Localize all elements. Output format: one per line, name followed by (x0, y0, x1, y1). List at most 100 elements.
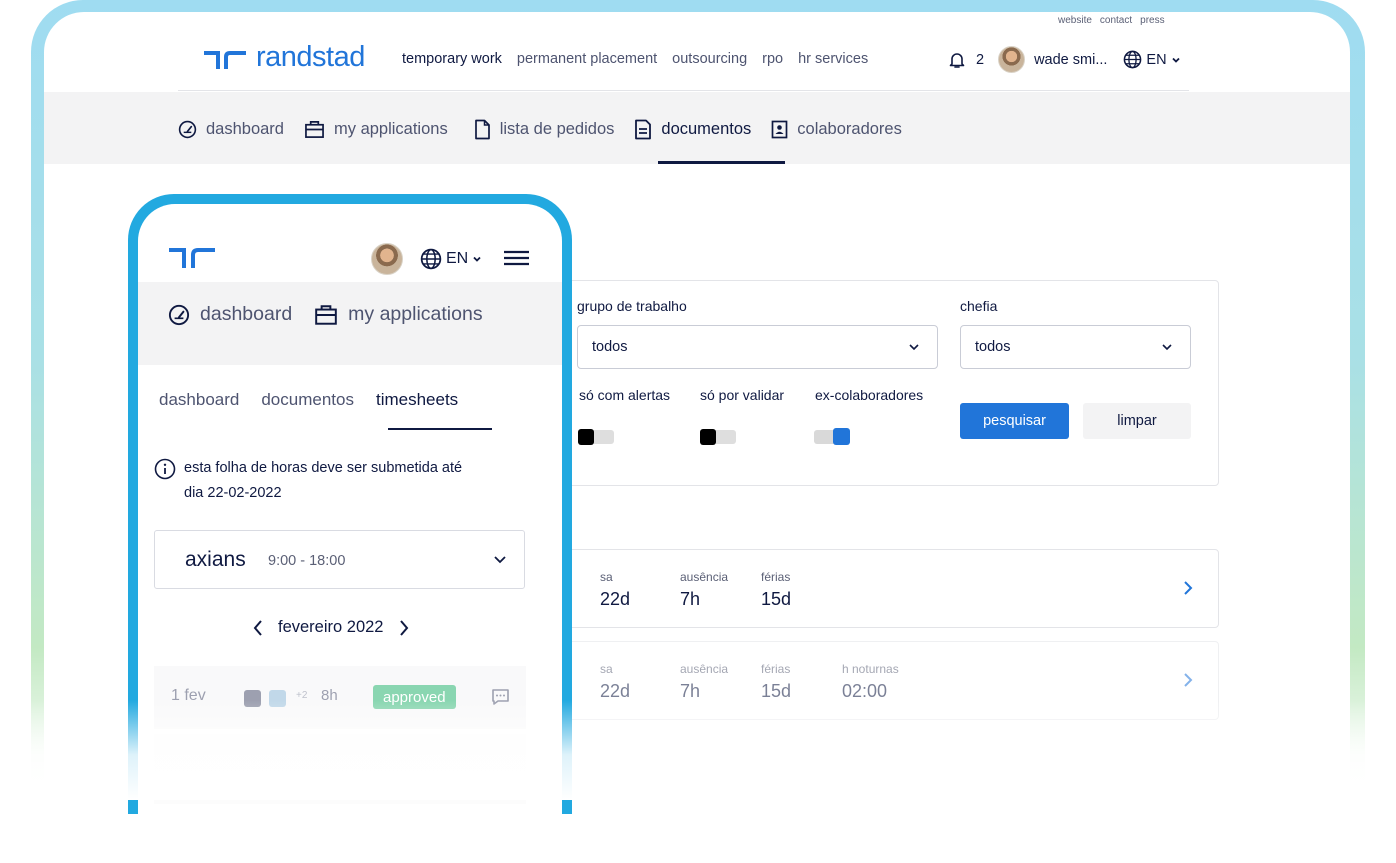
active-tab-underline (658, 161, 785, 164)
subnav-item-dashboard[interactable]: dashboard (178, 118, 284, 140)
shift-color-swatch (269, 690, 286, 707)
deadline-line-1: esta folha de horas deve ser submetida a… (184, 460, 463, 476)
subnav-label: documentos (661, 119, 752, 138)
user-area: 2 wade smi... EN (948, 46, 1181, 73)
company-select[interactable]: axians 9:00 - 18:00 (154, 530, 525, 589)
toggle-alertas[interactable] (578, 429, 614, 445)
notification-count: 2 (976, 51, 985, 68)
timesheet-row[interactable]: 1 fev +2 8h approved (154, 666, 526, 729)
stat-ausencia: ausência 7h (680, 570, 728, 610)
language-selector[interactable]: EN (1123, 50, 1180, 69)
subnav-item-dashboard[interactable]: dashboard (168, 303, 292, 326)
documents-icon (635, 119, 652, 139)
nav-permanent-placement[interactable]: permanent placement (517, 51, 657, 67)
stat-sa: sa 22d (600, 662, 630, 702)
chevron-left-icon[interactable] (252, 619, 264, 637)
stat-label: ausência (680, 570, 729, 584)
stat-ferias: férias 15d (761, 662, 791, 702)
mobile-device: EN dashboard my applications dashboard d… (128, 194, 572, 814)
avatar (998, 46, 1026, 73)
search-button[interactable]: pesquisar (960, 403, 1069, 439)
stat-label: férias (761, 570, 791, 584)
hamburger-menu-icon[interactable] (503, 250, 530, 266)
toggle-validar[interactable] (700, 429, 736, 445)
press-link[interactable]: press (1140, 15, 1164, 26)
subnav-label: dashboard (200, 303, 293, 325)
website-link[interactable]: website (1058, 15, 1092, 26)
subnav-label: colaboradores (797, 119, 902, 138)
summary-card[interactable]: sa 22d ausência 7h férias 15d h noturnas… (540, 641, 1219, 720)
chefia-value: todos (975, 339, 1011, 355)
subnav-label: my applications (333, 119, 448, 138)
subnav-label: my applications (348, 303, 483, 325)
grupo-label: grupo de trabalho (577, 298, 687, 314)
nav-temporary-work[interactable]: temporary work (402, 51, 502, 67)
comment-icon[interactable] (491, 688, 510, 706)
grupo-select[interactable]: todos (577, 325, 938, 369)
toggle-ex-colaboradores[interactable] (814, 428, 850, 445)
subnav-item-colaboradores[interactable]: colaboradores (771, 118, 902, 140)
tab-documentos[interactable]: documentos (261, 390, 354, 410)
language-code: EN (446, 250, 469, 267)
main-nav: temporary work permanent placement outso… (402, 51, 868, 67)
user-name: wade smi... (1034, 51, 1108, 68)
subnav-item-lista-de-pedidos[interactable]: lista de pedidos (474, 118, 615, 140)
timesheet-row[interactable] (154, 734, 526, 804)
user-menu[interactable]: wade smi... (998, 46, 1107, 73)
status-badge: approved (373, 685, 456, 709)
notifications-button[interactable]: 2 (948, 51, 984, 69)
briefcase-icon (315, 304, 337, 325)
subnav-item-documentos[interactable]: documentos (634, 118, 751, 140)
mobile-subnav: dashboard my applications (168, 303, 483, 326)
toggle-knob (700, 429, 716, 445)
stat-label: ausência (680, 662, 729, 676)
nav-rpo[interactable]: rpo (762, 51, 783, 67)
gauge-icon (178, 120, 197, 138)
nav-hr-services[interactable]: hr services (798, 51, 868, 67)
subnav-label: dashboard (206, 119, 284, 138)
stat-label: h noturnas (842, 662, 899, 676)
deadline-notice: esta folha de horas deve ser submetida a… (154, 456, 514, 506)
globe-icon (1124, 50, 1142, 69)
chevron-right-icon[interactable] (1182, 580, 1194, 596)
clear-button[interactable]: limpar (1083, 403, 1191, 439)
contact-link[interactable]: contact (1100, 15, 1132, 26)
mobile-tabs: dashboard documentos timesheets (159, 390, 458, 410)
mobile-header: EN (138, 204, 562, 282)
globe-icon (420, 248, 442, 270)
gauge-icon (168, 304, 190, 325)
contacts-book-icon (771, 120, 788, 138)
randstad-logo-icon[interactable] (169, 246, 215, 268)
document-icon (474, 119, 490, 139)
stat-ferias: férias 15d (761, 570, 791, 610)
header-divider (178, 90, 1189, 91)
shift-color-swatch (244, 690, 261, 707)
chevron-down-icon (1171, 57, 1180, 63)
tab-dashboard[interactable]: dashboard (159, 390, 239, 410)
toggle-label-validar: só por validar (700, 387, 785, 403)
summary-card[interactable]: sa 22d ausência 7h férias 15d (540, 549, 1219, 628)
chefia-select[interactable]: todos (960, 325, 1191, 369)
subnav-label: lista de pedidos (499, 119, 615, 138)
active-tab-underline (388, 428, 492, 430)
deadline-text: esta folha de horas deve ser submetida a… (184, 456, 462, 506)
nav-outsourcing[interactable]: outsourcing (672, 51, 747, 67)
subnav-item-my-applications[interactable]: my applications (314, 303, 483, 326)
chevron-right-icon[interactable] (1182, 672, 1194, 688)
tab-timesheets[interactable]: timesheets (376, 390, 458, 410)
chevron-right-icon[interactable] (398, 619, 410, 637)
logo-wordmark: randstad (256, 41, 365, 73)
randstad-logo[interactable]: randstad (204, 41, 365, 74)
avatar[interactable] (371, 243, 403, 275)
chevron-down-icon (494, 556, 506, 564)
language-selector[interactable]: EN (420, 248, 482, 270)
language-code: EN (1146, 51, 1167, 68)
row-hours: 8h (321, 687, 338, 704)
chefia-label: chefia (960, 298, 998, 314)
subnav-item-my-applications[interactable]: my applications (304, 118, 448, 140)
stat-value: 22d (600, 681, 631, 701)
stat-sa: sa 22d (600, 570, 630, 610)
stat-value: 02:00 (842, 681, 888, 701)
grupo-value: todos (592, 339, 628, 355)
month-label: fevereiro 2022 (278, 618, 384, 636)
